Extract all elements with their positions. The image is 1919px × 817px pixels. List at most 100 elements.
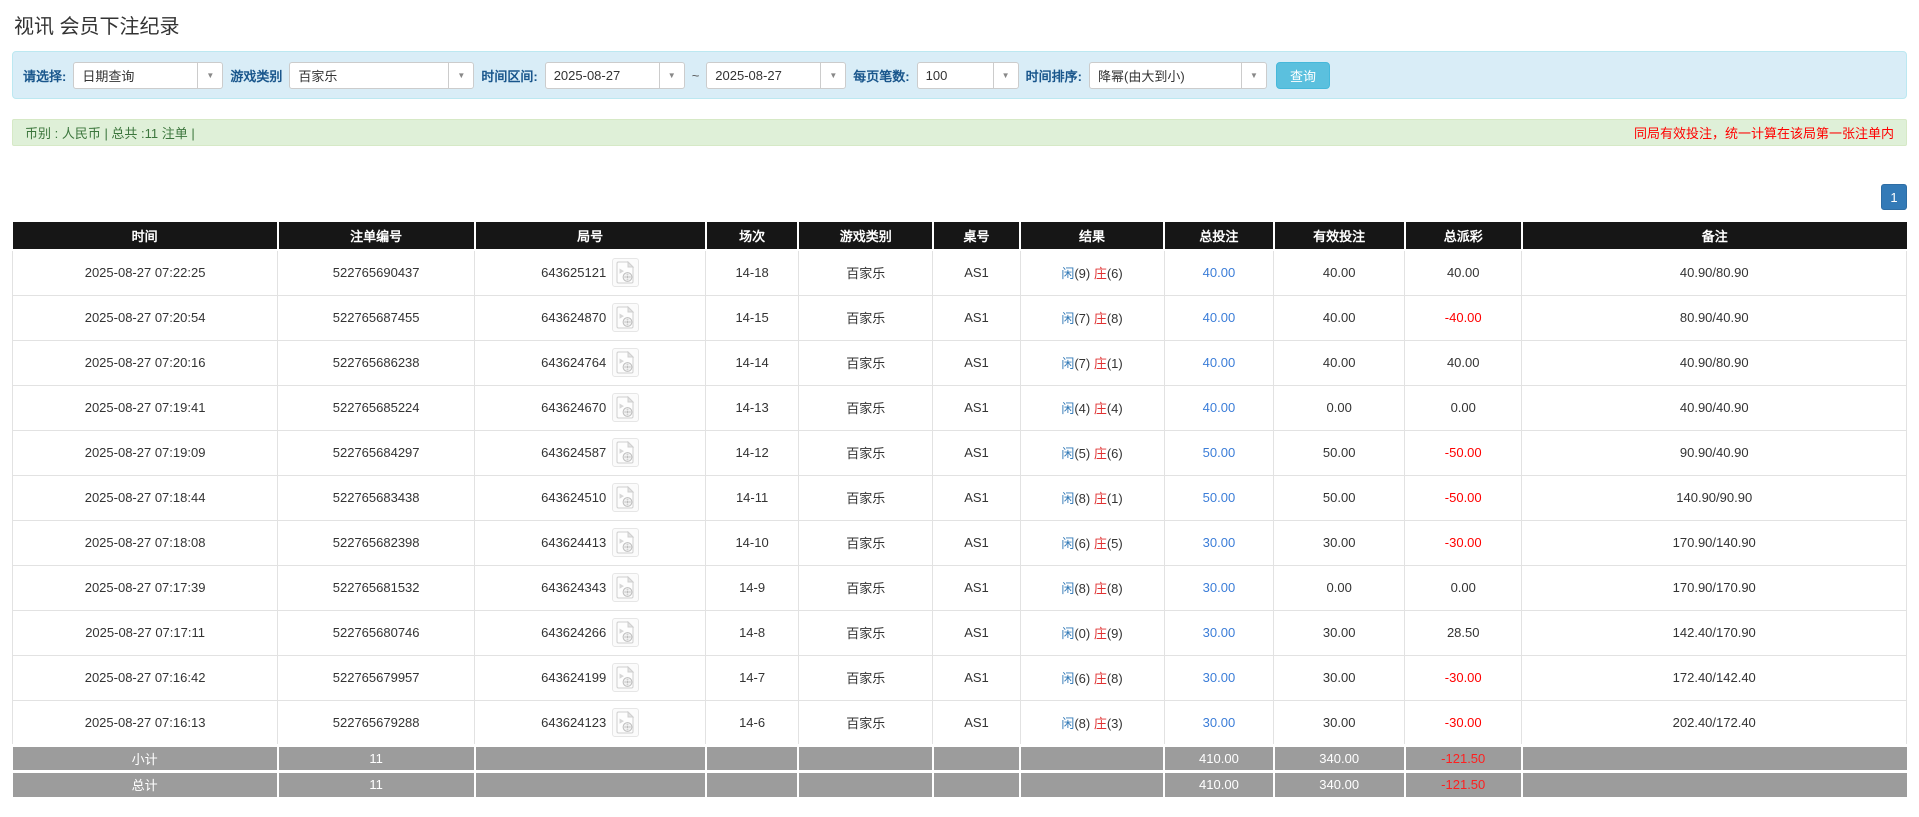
result-cell: 闲(8) 庄(3): [1020, 700, 1164, 745]
total-bet-link[interactable]: 30.00: [1203, 715, 1236, 730]
footer-note-cell: [1522, 745, 1907, 771]
chevron-down-icon: ▼: [659, 63, 684, 88]
video-replay-icon[interactable]: [612, 348, 639, 377]
round-id-value: 643624587: [541, 445, 606, 460]
video-replay-icon[interactable]: [612, 303, 639, 332]
video-replay-icon[interactable]: [612, 663, 639, 692]
video-replay-icon[interactable]: [612, 528, 639, 557]
round-id-value: 643625121: [541, 265, 606, 280]
round-id-inner: 643624587: [541, 438, 639, 467]
table-row: 2025-08-27 07:18:44522765683438643624510…: [13, 475, 1907, 520]
total-bet-cell: 50.00: [1164, 475, 1274, 520]
total-bet-link[interactable]: 30.00: [1203, 625, 1236, 640]
payout-cell: -50.00: [1405, 475, 1522, 520]
page-title: 视讯 会员下注纪录: [12, 0, 1907, 51]
video-replay-icon[interactable]: [612, 438, 639, 467]
game-category-select[interactable]: 百家乐 ▼: [289, 62, 474, 89]
game-category-cell: 百家乐: [798, 565, 932, 610]
total-bet-link[interactable]: 30.00: [1203, 580, 1236, 595]
round-id-inner: 643624413: [541, 528, 639, 557]
valid-bet-cell: 0.00: [1274, 565, 1405, 610]
page-size-label: 每页笔数:: [853, 66, 909, 85]
time-cell: 2025-08-27 07:20:16: [13, 340, 278, 385]
total-bet-cell: 30.00: [1164, 565, 1274, 610]
payout-cell: 0.00: [1405, 385, 1522, 430]
date-from-select[interactable]: 2025-08-27 ▼: [545, 62, 685, 89]
game-category-cell: 百家乐: [798, 340, 932, 385]
note-cell: 172.40/142.40: [1522, 655, 1907, 700]
note-cell: 90.90/40.90: [1522, 430, 1907, 475]
player-result-value: (5): [1074, 446, 1094, 461]
page-size-select[interactable]: 100 ▼: [917, 62, 1019, 89]
round-id-cell: 643625121: [475, 250, 706, 295]
footer-empty-cell: [1020, 745, 1164, 771]
footer-payout-cell: -121.50: [1405, 745, 1522, 771]
player-result-label: 闲: [1061, 266, 1074, 281]
total-bet-link[interactable]: 40.00: [1203, 310, 1236, 325]
video-replay-icon[interactable]: [612, 393, 639, 422]
note-cell: 40.90/80.90: [1522, 250, 1907, 295]
footer-empty-cell: [706, 771, 799, 797]
banker-result-label: 庄: [1094, 716, 1107, 731]
game-category-cell: 百家乐: [798, 385, 932, 430]
session-cell: 14-11: [706, 475, 799, 520]
total-bet-cell: 40.00: [1164, 250, 1274, 295]
video-replay-icon[interactable]: [612, 573, 639, 602]
round-id-value: 643624266: [541, 625, 606, 640]
search-button[interactable]: 查询: [1276, 62, 1330, 89]
banker-result-value: (1): [1107, 491, 1123, 506]
column-header-4: 游戏类别: [798, 222, 932, 250]
column-header-9: 总派彩: [1405, 222, 1522, 250]
column-header-1: 注单编号: [278, 222, 475, 250]
subtotal-row: 小计11410.00340.00-121.50: [13, 745, 1907, 771]
player-result-label: 闲: [1061, 626, 1074, 641]
bet-id-cell: 522765687455: [278, 295, 475, 340]
total-bet-link[interactable]: 40.00: [1203, 400, 1236, 415]
note-cell: 170.90/140.90: [1522, 520, 1907, 565]
round-id-inner: 643624510: [541, 483, 639, 512]
column-header-6: 结果: [1020, 222, 1164, 250]
game-category-cell: 百家乐: [798, 610, 932, 655]
payout-cell: 28.50: [1405, 610, 1522, 655]
result-cell: 闲(7) 庄(8): [1020, 295, 1164, 340]
note-cell: 140.90/90.90: [1522, 475, 1907, 520]
footer-empty-cell: [475, 745, 706, 771]
player-result-label: 闲: [1061, 491, 1074, 506]
chevron-down-icon: ▼: [448, 63, 473, 88]
table-row: 2025-08-27 07:17:11522765680746643624266…: [13, 610, 1907, 655]
grand-total-row: 总计11410.00340.00-121.50: [13, 771, 1907, 797]
total-bet-link[interactable]: 40.00: [1203, 355, 1236, 370]
video-replay-icon[interactable]: [612, 258, 639, 287]
note-cell: 170.90/170.90: [1522, 565, 1907, 610]
player-result-value: (7): [1074, 356, 1094, 371]
chevron-down-icon: ▼: [820, 63, 845, 88]
query-type-select[interactable]: 日期查询 ▼: [73, 62, 223, 89]
banker-result-label: 庄: [1094, 491, 1107, 506]
table-row: 2025-08-27 07:16:13522765679288643624123…: [13, 700, 1907, 745]
table-no-cell: AS1: [933, 565, 1020, 610]
round-id-cell: 643624587: [475, 430, 706, 475]
page-button-1[interactable]: 1: [1881, 184, 1907, 210]
table-no-cell: AS1: [933, 610, 1020, 655]
video-replay-icon[interactable]: [612, 483, 639, 512]
column-header-5: 桌号: [933, 222, 1020, 250]
total-bet-link[interactable]: 30.00: [1203, 670, 1236, 685]
round-id-value: 643624670: [541, 400, 606, 415]
table-no-cell: AS1: [933, 520, 1020, 565]
table-row: 2025-08-27 07:19:41522765685224643624670…: [13, 385, 1907, 430]
footer-empty-cell: [798, 745, 932, 771]
banker-result-value: (1): [1107, 356, 1123, 371]
round-id-value: 643624199: [541, 670, 606, 685]
date-to-select[interactable]: 2025-08-27 ▼: [706, 62, 846, 89]
total-bet-link[interactable]: 50.00: [1203, 445, 1236, 460]
pagination: 1: [12, 184, 1907, 210]
total-bet-link[interactable]: 30.00: [1203, 535, 1236, 550]
time-sort-select[interactable]: 降幂(由大到小) ▼: [1089, 62, 1267, 89]
banker-result-value: (8): [1107, 581, 1123, 596]
payout-cell: -30.00: [1405, 700, 1522, 745]
total-bet-link[interactable]: 50.00: [1203, 490, 1236, 505]
video-replay-icon[interactable]: [612, 618, 639, 647]
video-replay-icon[interactable]: [612, 708, 639, 737]
chevron-down-icon: ▼: [1241, 63, 1266, 88]
total-bet-link[interactable]: 40.00: [1203, 265, 1236, 280]
